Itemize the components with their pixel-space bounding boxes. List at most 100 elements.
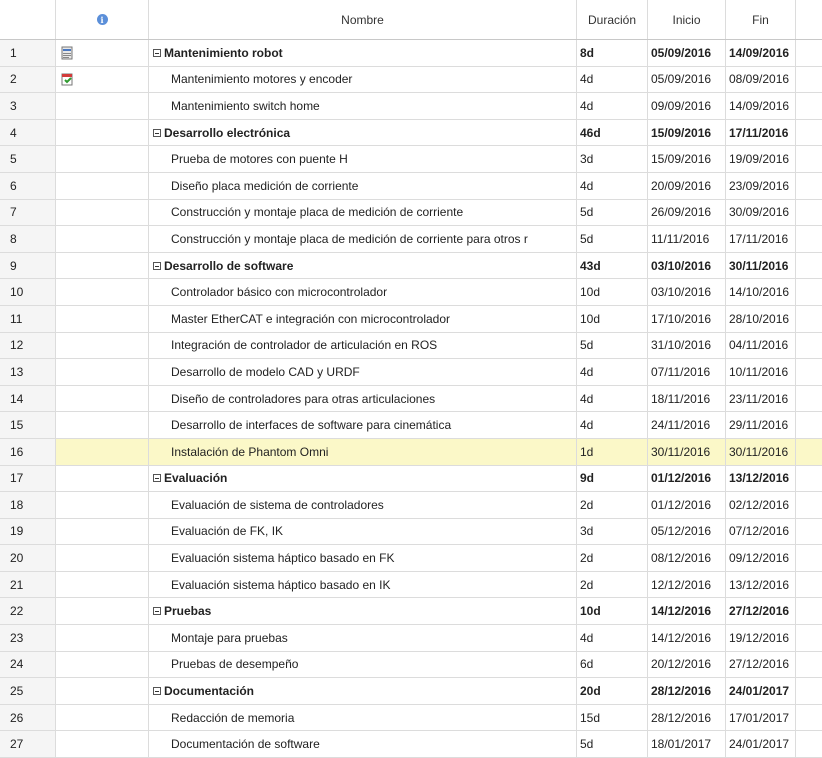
- table-row[interactable]: 10 Controlador básico con microcontrolado…: [0, 279, 822, 306]
- duration-cell[interactable]: 10d: [577, 305, 648, 332]
- table-row[interactable]: 3 Mantenimiento switch home 4d 09/09/2016 14…: [0, 93, 822, 120]
- table-row[interactable]: 26 Redacción de memoria 15d 28/12/2016 17/01…: [0, 704, 822, 732]
- indicators-header[interactable]: i: [56, 0, 149, 39]
- end-date-cell[interactable]: 17/11/2016: [726, 119, 796, 146]
- task-name-cell[interactable]: Evaluación de FK, IK: [149, 518, 577, 545]
- duration-cell[interactable]: 3d: [577, 518, 648, 545]
- start-date-cell[interactable]: 03/10/2016: [648, 279, 726, 305]
- task-name-cell[interactable]: Prueba de motores con puente H: [149, 146, 577, 172]
- duration-cell[interactable]: 2d: [577, 545, 648, 571]
- start-date-cell[interactable]: 11/11/2016: [648, 226, 726, 252]
- table-row[interactable]: 15 Desarrollo de interfaces de software p…: [0, 412, 822, 439]
- end-date-cell[interactable]: 09/12/2016: [726, 545, 796, 571]
- start-date-cell[interactable]: 26/09/2016: [648, 199, 726, 226]
- end-date-cell[interactable]: 14/09/2016: [726, 40, 796, 66]
- start-date-cell[interactable]: 12/12/2016: [648, 571, 726, 598]
- row-number[interactable]: 16: [0, 438, 56, 465]
- table-row[interactable]: 20 Evaluación sistema háptico basado en F…: [0, 545, 822, 572]
- task-name-cell[interactable]: Desarrollo de software: [149, 252, 577, 279]
- start-date-cell[interactable]: 09/09/2016: [648, 93, 726, 119]
- table-row[interactable]: 12 Integración de controlador de articula…: [0, 332, 822, 360]
- task-name-cell[interactable]: Desarrollo de interfaces de software par…: [149, 412, 577, 438]
- collapse-toggle-icon[interactable]: [153, 128, 161, 137]
- task-name-cell[interactable]: Desarrollo electrónica: [149, 119, 577, 146]
- task-name-cell[interactable]: Controlador básico con microcontrolador: [149, 279, 577, 305]
- start-date-cell[interactable]: 05/09/2016: [648, 66, 726, 93]
- duration-cell[interactable]: 5d: [577, 731, 648, 758]
- task-name-cell[interactable]: Evaluación sistema háptico basado en FK: [149, 545, 577, 571]
- start-date-cell[interactable]: 05/12/2016: [648, 518, 726, 545]
- row-number[interactable]: 21: [0, 571, 56, 598]
- duration-cell[interactable]: 1d: [577, 438, 648, 465]
- table-row[interactable]: 17 Evaluación 9d 01/12/2016 13/12/2016: [0, 465, 822, 493]
- start-date-cell[interactable]: 01/12/2016: [648, 465, 726, 492]
- end-date-cell[interactable]: 27/12/2016: [726, 598, 796, 625]
- row-number[interactable]: 19: [0, 518, 56, 545]
- task-name-cell[interactable]: Evaluación de sistema de controladores: [149, 492, 577, 518]
- collapse-toggle-icon[interactable]: [153, 48, 161, 57]
- duration-cell[interactable]: 10d: [577, 279, 648, 305]
- end-date-cell[interactable]: 17/01/2017: [726, 704, 796, 731]
- start-date-cell[interactable]: 18/01/2017: [648, 731, 726, 758]
- end-date-cell[interactable]: 08/09/2016: [726, 66, 796, 93]
- task-name-cell[interactable]: Diseño placa medición de corriente: [149, 172, 577, 199]
- start-date-cell[interactable]: 03/10/2016: [648, 252, 726, 279]
- end-date-cell[interactable]: 24/01/2017: [726, 678, 796, 704]
- end-column-header[interactable]: Fin: [726, 0, 796, 39]
- start-date-cell[interactable]: 01/12/2016: [648, 492, 726, 518]
- row-number[interactable]: 6: [0, 172, 56, 199]
- start-date-cell[interactable]: 20/09/2016: [648, 172, 726, 199]
- duration-cell[interactable]: 15d: [577, 704, 648, 731]
- collapse-toggle-icon[interactable]: [153, 687, 161, 696]
- table-row[interactable]: 2 Mantenimiento motores y encoder 4d 05/09/…: [0, 66, 822, 94]
- table-row[interactable]: 19 Evaluación de FK, IK 3d 05/12/2016 07/12/…: [0, 518, 822, 546]
- duration-cell[interactable]: 4d: [577, 359, 648, 385]
- row-number[interactable]: 14: [0, 385, 56, 412]
- end-date-cell[interactable]: 13/12/2016: [726, 571, 796, 598]
- duration-cell[interactable]: 46d: [577, 119, 648, 146]
- table-row[interactable]: 7 Construcción y montaje placa de medició…: [0, 199, 822, 227]
- row-number[interactable]: 5: [0, 146, 56, 172]
- row-number[interactable]: 20: [0, 545, 56, 571]
- start-date-cell[interactable]: 24/11/2016: [648, 412, 726, 438]
- duration-cell[interactable]: 4d: [577, 66, 648, 93]
- duration-cell[interactable]: 10d: [577, 598, 648, 625]
- end-date-cell[interactable]: 04/11/2016: [726, 332, 796, 359]
- task-name-cell[interactable]: Montaje para pruebas: [149, 625, 577, 651]
- end-date-cell[interactable]: 19/09/2016: [726, 146, 796, 172]
- duration-cell[interactable]: 2d: [577, 492, 648, 518]
- row-number[interactable]: 7: [0, 199, 56, 226]
- row-number[interactable]: 18: [0, 492, 56, 518]
- task-name-cell[interactable]: Documentación de software: [149, 731, 577, 758]
- task-name-cell[interactable]: Redacción de memoria: [149, 704, 577, 731]
- task-name-cell[interactable]: Instalación de Phantom Omni: [149, 438, 577, 465]
- row-number[interactable]: 11: [0, 305, 56, 332]
- end-date-cell[interactable]: 10/11/2016: [726, 359, 796, 385]
- end-date-cell[interactable]: 29/11/2016: [726, 412, 796, 438]
- end-date-cell[interactable]: 24/01/2017: [726, 731, 796, 758]
- row-number-header[interactable]: [0, 0, 56, 39]
- table-row[interactable]: 22 Pruebas 10d 14/12/2016 27/12/2016: [0, 598, 822, 626]
- task-name-cell[interactable]: Mantenimiento switch home: [149, 93, 577, 119]
- start-date-cell[interactable]: 28/12/2016: [648, 678, 726, 704]
- table-row[interactable]: 8 Construcción y montaje placa de medició…: [0, 226, 822, 253]
- start-date-cell[interactable]: 18/11/2016: [648, 385, 726, 412]
- row-number[interactable]: 24: [0, 651, 56, 678]
- start-date-cell[interactable]: 20/12/2016: [648, 651, 726, 678]
- task-name-cell[interactable]: Documentación: [149, 678, 577, 704]
- task-name-cell[interactable]: Pruebas: [149, 598, 577, 625]
- end-date-cell[interactable]: 30/11/2016: [726, 252, 796, 279]
- end-date-cell[interactable]: 02/12/2016: [726, 492, 796, 518]
- duration-cell[interactable]: 20d: [577, 678, 648, 704]
- table-row[interactable]: 25 Documentación 20d 28/12/2016 24/01/2017: [0, 678, 822, 705]
- row-number[interactable]: 26: [0, 704, 56, 731]
- table-row[interactable]: 1 Mantenimiento robot 8d 05/09/2016 14/09/20…: [0, 40, 822, 67]
- start-date-cell[interactable]: 14/12/2016: [648, 625, 726, 651]
- duration-cell[interactable]: 5d: [577, 226, 648, 252]
- row-number[interactable]: 10: [0, 279, 56, 305]
- start-date-cell[interactable]: 14/12/2016: [648, 598, 726, 625]
- task-name-cell[interactable]: Evaluación: [149, 465, 577, 492]
- duration-cell[interactable]: 3d: [577, 146, 648, 172]
- row-number[interactable]: 9: [0, 252, 56, 279]
- task-name-cell[interactable]: Mantenimiento robot: [149, 40, 577, 66]
